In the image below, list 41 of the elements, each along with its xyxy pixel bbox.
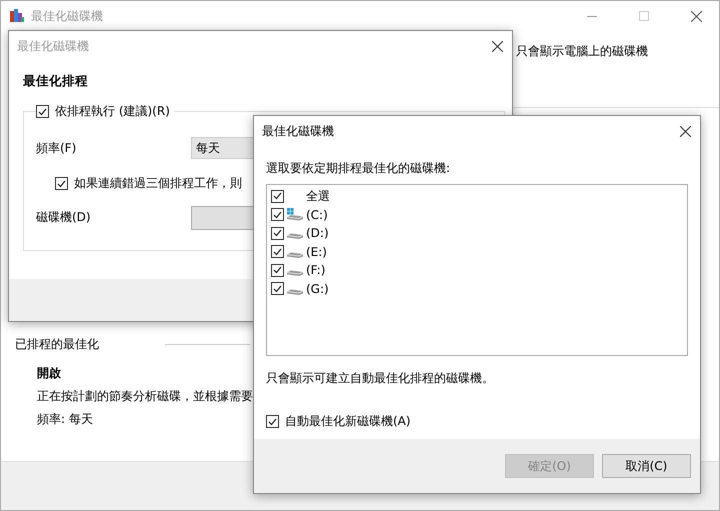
list-item-label[interactable]: (E:): [306, 244, 327, 259]
checkbox[interactable]: [271, 226, 284, 240]
schedule-status: 開啟: [37, 365, 62, 382]
window-title: 最佳化磁碟機: [31, 8, 103, 24]
list-item-label[interactable]: 全選: [306, 188, 330, 205]
checkbox[interactable]: [271, 245, 284, 258]
drive-icon: [287, 252, 303, 258]
drive-icon: [287, 233, 303, 240]
list-item-label[interactable]: (G:): [306, 282, 329, 296]
dialog-title: 最佳化磁碟機: [17, 38, 89, 54]
close-icon[interactable]: [492, 40, 502, 52]
checkbox[interactable]: [271, 208, 284, 222]
drives-label: 磁碟機(D): [36, 209, 91, 226]
checkbox[interactable]: [55, 177, 68, 190]
checkbox[interactable]: [271, 190, 284, 203]
dialog-heading: 最佳化排程: [23, 73, 89, 90]
note-text: 只會顯示可建立自動最佳化排程的磁碟機。: [266, 370, 495, 387]
cancel-button[interactable]: 取消(C): [602, 454, 691, 478]
drive-icon: [287, 288, 303, 295]
checkbox-label: 如果連續錯過三個排程工作，則: [74, 175, 242, 192]
prompt-text: 選取要依定期排程最佳化的磁碟機:: [266, 160, 452, 177]
frequency-label: 頻率(F): [36, 140, 76, 157]
app-icon: [9, 8, 25, 24]
section-heading: 已排程的最佳化: [15, 336, 99, 353]
checkbox[interactable]: [266, 415, 279, 428]
list-item-label[interactable]: (D:): [306, 226, 329, 240]
checkbox-label: 自動最佳化新磁碟機(A): [285, 413, 411, 430]
dialog-title: 最佳化磁碟機: [262, 122, 334, 140]
close-icon[interactable]: [690, 10, 702, 22]
checkbox[interactable]: [36, 105, 49, 118]
system-drive-icon: [286, 208, 304, 222]
list-item-label[interactable]: (C:): [306, 208, 328, 222]
intro-text: 只會顯示電腦上的磁碟機: [516, 43, 648, 60]
drive-icon: [287, 270, 303, 276]
checkbox[interactable]: [271, 264, 284, 277]
schedule-description: 正在按計劃的節奏分析磁碟，並根據需要: [37, 388, 253, 405]
list-item-label[interactable]: (F:): [306, 263, 326, 278]
checkbox-label: 依排程執行 (建議)(R): [55, 103, 170, 120]
checkbox[interactable]: [271, 282, 284, 296]
schedule-frequency: 頻率: 每天: [37, 411, 94, 428]
close-icon[interactable]: [680, 126, 690, 136]
